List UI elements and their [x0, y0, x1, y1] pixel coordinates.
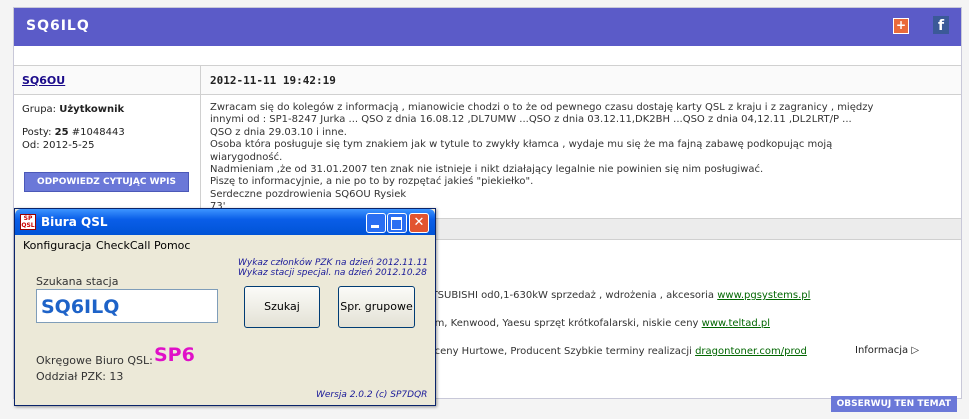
post-line: Nadmieniam ,że od 31.01.2007 ten znak ni… — [210, 164, 764, 176]
ad-item: Icom, Kenwood, Yaesu sprzęt krótkofalars… — [420, 315, 810, 332]
menu-pomoc[interactable]: Pomoc — [154, 239, 190, 252]
branch-label: Oddział PZK: — [36, 370, 106, 383]
post-line: wiarygodność. — [210, 151, 283, 163]
post-line: innymi od : SP1-8247 Jurka ... QSO z dni… — [210, 114, 852, 126]
ad-link[interactable]: dragontoner.com/prod — [695, 346, 807, 357]
post-line: Osoba która posługuje się tym znakiem ja… — [210, 139, 833, 151]
app-icon: SP QSL — [20, 214, 36, 230]
callsign-input[interactable]: SQ6ILQ — [36, 289, 218, 323]
window-titlebar[interactable]: SP QSL Biura QSL ✕ — [15, 209, 435, 235]
version-text: Wersja 2.0.2 (c) SP7DQR — [316, 390, 428, 400]
menu-bar: Konfiguracja CheckCall Pomoc — [15, 236, 435, 255]
window-client: Wykaz członków PZK na dzień 2012.11.11 W… — [18, 256, 432, 402]
topic-title: SQ6ILQ — [26, 18, 90, 34]
bureau-label: Okręgowe Biuro QSL: — [36, 354, 153, 367]
menu-konfiguracja[interactable]: Konfiguracja — [23, 239, 91, 252]
ad-text: Icom, Kenwood, Yaesu sprzęt krótkofalars… — [420, 318, 702, 329]
reply-quote-button[interactable]: ODPOWIEDZ CYTUJĄC WPIS — [24, 172, 189, 192]
posts-id: #1048443 — [71, 127, 125, 138]
database-notes: Wykaz członków PZK na dzień 2012.11.11 W… — [238, 258, 428, 278]
ad-info-link[interactable]: Informacja ▷ — [855, 345, 919, 356]
post-body: Zwracam się do kolegów z informacją , mi… — [210, 102, 955, 214]
bureau-value: SP6 — [154, 344, 195, 366]
post-line: Zwracam się do kolegów z informacją , mi… — [210, 102, 874, 113]
user-info: Grupa: Użytkownik Posty: 25 #1048443 Od:… — [22, 103, 125, 152]
post-author-link[interactable]: SQ6OU — [22, 74, 65, 87]
minimize-button[interactable] — [366, 213, 386, 233]
members-list-date: Wykaz członków PZK na dzień 2012.11.11 — [238, 258, 428, 268]
search-label: Szukana stacja — [36, 275, 119, 288]
group-value: Użytkownik — [59, 104, 125, 115]
branch-info: Oddział PZK: 13 — [36, 370, 123, 383]
ad-item: ze ceny Hurtowe, Producent Szybkie termi… — [420, 343, 810, 360]
window-title: Biura QSL — [41, 215, 108, 229]
post-line: Piszę to informacyjnie, a nie po to by r… — [210, 176, 534, 188]
ad-text: MITSUBISHI od0,1-630kW sprzedaż , wdroże… — [420, 290, 718, 301]
search-button[interactable]: Szukaj — [244, 286, 320, 328]
maximize-button[interactable] — [387, 213, 407, 233]
ad-text: ze ceny Hurtowe, Producent Szybkie termi… — [420, 346, 696, 357]
posts-label: Posty: — [22, 127, 52, 138]
special-stations-date: Wykaz stacji specjal. na dzień 2012.10.2… — [238, 268, 427, 278]
qsl-bureau-window: SP QSL Biura QSL ✕ Konfiguracja CheckCall… — [14, 208, 436, 406]
group-check-button[interactable]: Spr. grupowe — [338, 286, 415, 328]
sponsored-links: MITSUBISHI od0,1-630kW sprzedaż , wdroże… — [420, 287, 810, 371]
ad-link[interactable]: www.pgsystems.pl — [717, 290, 810, 301]
menu-checkcall[interactable]: CheckCall — [96, 239, 150, 252]
posts-value: 25 — [54, 127, 69, 138]
branch-value: 13 — [109, 370, 124, 383]
post-header: SQ6OU 2012-11-11 19:42:19 — [14, 65, 961, 95]
watch-topic-button[interactable]: OBSERWUJ TEN TEMAT — [830, 396, 957, 412]
post-line: QSO z dnia 29.03.10 i inne. — [210, 126, 347, 138]
post-line: Serdeczne pozdrowienia SQ6OU Rysiek — [210, 188, 407, 200]
share-plus-icon[interactable]: + — [893, 18, 909, 34]
post-date: 2012-11-11 19:42:19 — [210, 74, 336, 87]
close-button[interactable]: ✕ — [409, 213, 429, 233]
topic-header: SQ6ILQ + f — [14, 8, 961, 46]
ad-link[interactable]: www.teltad.pl — [702, 318, 770, 329]
group-label: Grupa: — [22, 104, 57, 115]
facebook-icon[interactable]: f — [933, 16, 949, 34]
member-since: Od: 2012-5-25 — [22, 140, 95, 151]
ad-item: MITSUBISHI od0,1-630kW sprzedaż , wdroże… — [420, 287, 810, 304]
